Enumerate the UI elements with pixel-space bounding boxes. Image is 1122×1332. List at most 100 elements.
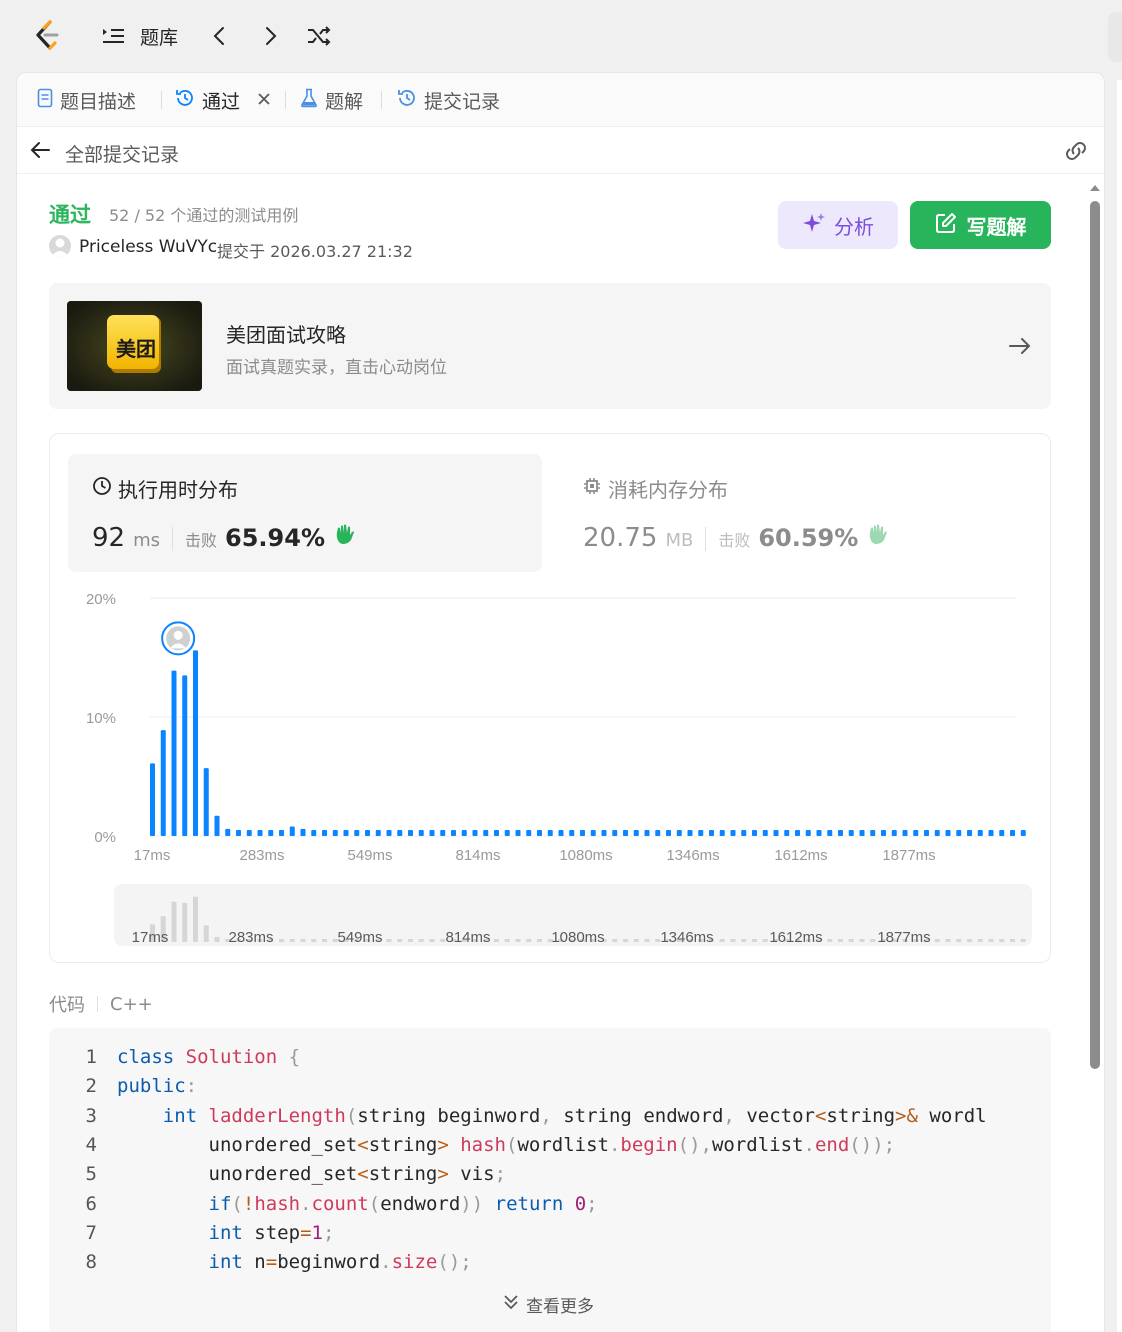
chart-bar — [644, 830, 650, 836]
side-panel-edge — [1108, 12, 1122, 62]
overview-bar — [827, 939, 833, 942]
tab-submissions[interactable]: 提交记录 — [397, 83, 500, 117]
code-header: 代码 C++ — [49, 991, 153, 1017]
memory-value: 20.75 — [583, 523, 658, 553]
chart-bar — [967, 830, 972, 836]
chart-bar — [719, 830, 725, 836]
line-number: 7 — [85, 1221, 97, 1244]
show-more-button[interactable]: 查看更多 — [502, 1292, 594, 1317]
chart-bar — [977, 830, 983, 836]
chart-bar — [429, 830, 435, 836]
list-icon[interactable] — [100, 22, 126, 50]
show-more-label: 查看更多 — [526, 1297, 594, 1317]
problem-bank-link[interactable]: 题库 — [140, 20, 178, 52]
overview-bar — [945, 939, 951, 942]
all-submissions-link[interactable]: 全部提交记录 — [65, 140, 179, 167]
chart-bar — [397, 830, 403, 836]
chart-bar — [741, 830, 747, 836]
chevron-left-icon[interactable] — [206, 22, 232, 50]
overview-tick-label: 17ms — [132, 929, 169, 946]
chart-bar — [805, 830, 811, 836]
runtime-unit: ms — [133, 530, 161, 551]
code-line: 1 class Solution { — [49, 1046, 301, 1075]
shuffle-icon[interactable] — [306, 22, 332, 50]
code-line: 3 int ladderLength(string beginword, str… — [49, 1105, 987, 1134]
analyze-button[interactable]: 分析 — [778, 201, 898, 249]
tab-solutions[interactable]: 题解 — [300, 83, 363, 117]
runtime-distribution-chart[interactable]: 0% 10% 20% 17ms 283ms 549ms 814ms 1080ms 1346ms 1… — [50, 574, 1050, 954]
overview-bar — [537, 939, 542, 942]
chart-bar — [225, 828, 231, 836]
chart-bar — [451, 830, 456, 836]
line-number: 5 — [85, 1163, 97, 1186]
code-line: 5 unordered_set<string> vis; — [49, 1163, 506, 1192]
scrollbar-thumb[interactable] — [1090, 201, 1100, 1069]
promo-banner[interactable]: 美团 美团面试攻略 面试真题实录，直击心动岗位 — [49, 283, 1051, 409]
clap-hands-icon — [333, 522, 357, 552]
chart-bar — [440, 830, 446, 836]
overview-bar — [977, 939, 983, 942]
overview-bar — [504, 939, 510, 942]
chart-bar — [988, 830, 994, 836]
runtime-value: 92 — [92, 523, 126, 553]
overview-bar — [859, 939, 865, 942]
code-text: int n=beginword.size(); — [208, 1251, 472, 1274]
line-number: 4 — [85, 1133, 97, 1156]
code-text: int ladderLength(string beginword, strin… — [162, 1104, 987, 1127]
memory-beat-pct: 60.59% — [758, 524, 859, 552]
close-icon[interactable] — [257, 89, 271, 111]
code-text: int step=1; — [208, 1221, 335, 1244]
runtime-beat-label: 击败 — [172, 527, 217, 551]
accepted-status: 通过 — [49, 203, 91, 227]
tab-label: 通过 — [202, 90, 241, 113]
write-solution-button[interactable]: 写题解 — [910, 201, 1051, 249]
tab-label: 题解 — [325, 90, 364, 113]
chart-bar — [601, 830, 607, 836]
chart-bar — [408, 830, 413, 836]
x-tick-label: 814ms — [455, 847, 500, 864]
link-icon[interactable] — [1063, 140, 1089, 166]
tab-description[interactable]: 题目描述 — [37, 83, 136, 117]
overview-bar — [397, 939, 403, 942]
chart-bar — [945, 830, 951, 836]
leetcode-logo-icon[interactable] — [30, 18, 66, 54]
overview-bar — [934, 939, 940, 942]
runtime-card[interactable]: 执行用时分布 92 ms 击败 65.94% — [68, 454, 542, 572]
overview-bar — [311, 939, 317, 942]
memory-title[interactable]: 消耗内存分布 — [582, 474, 728, 503]
promo-subtitle: 面试真题实录，直击心动岗位 — [226, 358, 447, 378]
chart-bar — [698, 830, 704, 836]
chart-bar — [375, 830, 381, 836]
chart-bar — [902, 830, 908, 836]
arrow-left-icon[interactable] — [29, 140, 51, 164]
arrow-right-icon[interactable] — [1007, 333, 1033, 359]
chart-bar — [623, 830, 628, 836]
meituan-promo-image: 美团 — [67, 301, 202, 391]
chart-bar — [795, 830, 800, 836]
tab-divider — [285, 91, 286, 109]
chevron-right-icon[interactable] — [258, 22, 284, 50]
x-tick-label: 17ms — [134, 847, 171, 864]
chart-bar — [1020, 830, 1026, 836]
chart-bar — [870, 830, 876, 836]
overview-bar — [762, 939, 768, 942]
chart-bar — [784, 830, 790, 836]
tab-accepted[interactable]: 通过 — [175, 83, 271, 117]
chart-bar — [633, 830, 639, 836]
code-viewer[interactable]: 1 class Solution {2 public: 3 int ladderLen… — [49, 1028, 1051, 1332]
code-line: 2 public: — [49, 1075, 198, 1104]
chart-bar — [160, 730, 166, 836]
overview-bar — [633, 939, 639, 942]
chart-bar — [956, 830, 962, 836]
overview-bar — [612, 939, 618, 942]
line-number: 3 — [85, 1104, 97, 1127]
avatar[interactable] — [49, 235, 71, 257]
chart-bar — [1010, 830, 1015, 836]
x-tick-label: 1877ms — [882, 847, 935, 864]
overview-bar — [171, 901, 177, 942]
tab-divider — [381, 91, 382, 109]
overview-bar — [999, 939, 1005, 942]
flask-icon — [300, 88, 318, 113]
username[interactable]: Priceless WuVYc — [79, 237, 217, 257]
x-tick-label: 1612ms — [774, 847, 827, 864]
